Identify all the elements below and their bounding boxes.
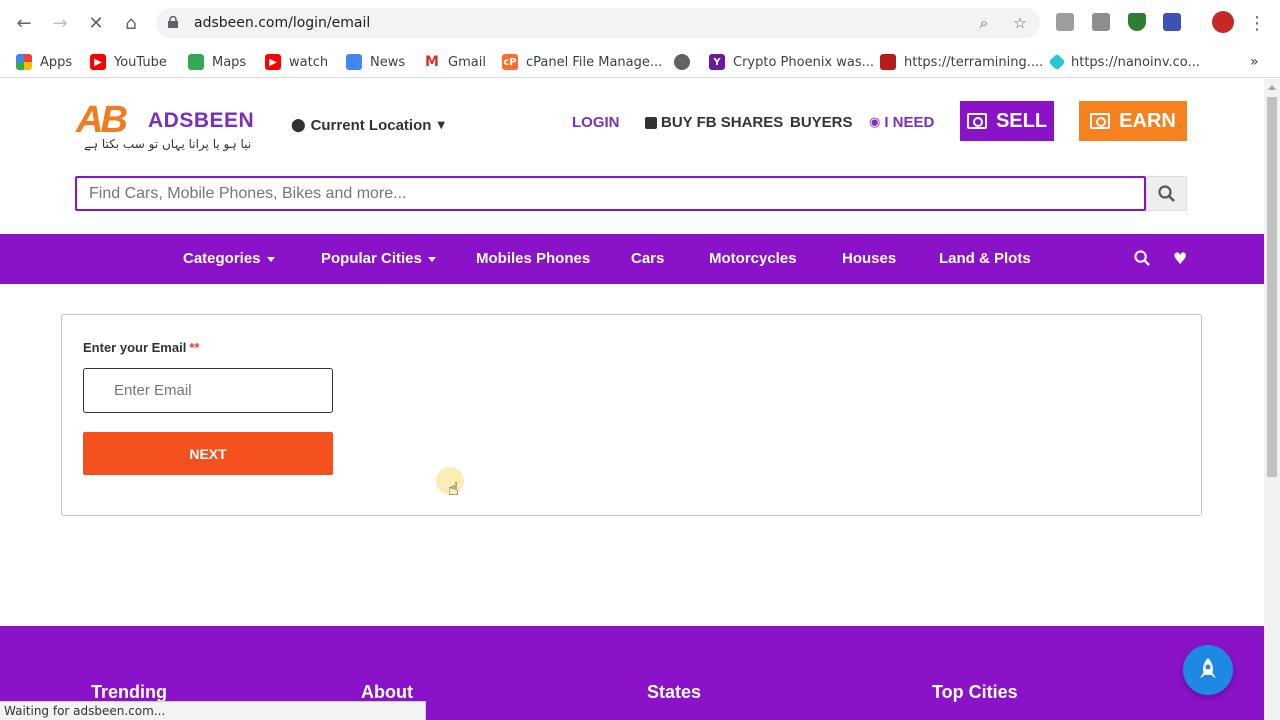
page: AB ADSBEEN نیا ہو یا پرانا یہاں تو سب بک…: [0, 79, 1264, 720]
gmail-icon: M: [424, 54, 440, 70]
youtube-icon: ▶: [90, 54, 106, 70]
footer-heading-states: States: [647, 682, 702, 702]
youtube-icon: ▶: [265, 54, 281, 70]
location-label: Current Location: [310, 117, 432, 134]
logo-name: ADSBEEN: [148, 109, 255, 132]
news-icon: [346, 54, 362, 70]
address-bar[interactable]: adsbeen.com/login/email ⌕ ☆: [156, 8, 1040, 38]
search-button[interactable]: [1146, 176, 1187, 211]
search-box: [75, 176, 1146, 211]
eye-icon: ◉: [869, 115, 881, 130]
bookmark-watch[interactable]: ▶ watch: [265, 52, 328, 72]
email-input[interactable]: [114, 369, 324, 412]
bookmark-cpanel[interactable]: cP cPanel File Manage...: [502, 52, 662, 72]
nav-i-need[interactable]: ◉ I NEED: [869, 114, 934, 131]
footer-heading-top-cities: Top Cities: [932, 682, 1018, 702]
footer-heading-trending: Trending: [91, 682, 167, 702]
main-menu: Categories Popular Cities Mobiles Phones…: [0, 234, 1264, 284]
home-icon[interactable]: ⌂: [119, 11, 143, 35]
earn-button[interactable]: EARN: [1079, 101, 1187, 141]
search-input[interactable]: [89, 178, 1129, 209]
address-url: adsbeen.com/login/email: [194, 15, 371, 31]
scroll-top-button[interactable]: [1183, 645, 1233, 695]
site-logo[interactable]: AB ADSBEEN نیا ہو یا پرانا یہاں تو سب بک…: [76, 99, 254, 157]
nav-buyers[interactable]: BUYERS: [790, 114, 853, 131]
logo-tagline: نیا ہو یا پرانا یہاں تو سب بکتا ہے: [84, 137, 252, 151]
required-marker: **: [189, 340, 200, 355]
bookmark-maps[interactable]: Maps: [188, 52, 246, 72]
caret-down-icon: [266, 256, 275, 262]
facebook-icon: [645, 116, 657, 129]
bookmark-youtube[interactable]: ▶ YouTube: [90, 52, 167, 72]
maps-icon: [188, 54, 204, 70]
camera-extension-icon[interactable]: [1056, 13, 1074, 31]
lock-icon: [168, 16, 178, 28]
email-login-card: Enter your Email** NEXT: [61, 314, 1202, 516]
menu-cars[interactable]: Cars: [631, 250, 664, 267]
bookmark-terramining[interactable]: https://terramining....: [880, 52, 1043, 72]
money-icon: [1090, 113, 1111, 129]
email-label: Enter your Email **: [83, 340, 200, 355]
search-icon: [1158, 185, 1175, 202]
menu-motorcycles[interactable]: Motorcycles: [709, 250, 797, 267]
shield-extension-icon[interactable]: [1128, 13, 1146, 31]
menu-land-plots[interactable]: Land & Plots: [939, 250, 1031, 267]
menu-popular-cities[interactable]: Popular Cities: [321, 250, 436, 267]
sell-button[interactable]: SELL: [960, 101, 1054, 141]
bookmark-apps[interactable]: Apps: [16, 52, 72, 72]
zoom-icon[interactable]: ⌕: [974, 13, 994, 33]
status-bar: Waiting for adsbeen.com...: [0, 701, 426, 720]
cpanel-icon: cP: [502, 54, 518, 70]
next-button[interactable]: NEXT: [83, 432, 333, 475]
terramining-icon: [880, 54, 896, 70]
nav-login[interactable]: LOGIN: [572, 114, 620, 131]
bookmark-news[interactable]: News: [346, 52, 405, 72]
menu-mobiles-phones[interactable]: Mobiles Phones: [476, 250, 590, 267]
globe-icon: [674, 54, 690, 70]
bookmarks-overflow-icon[interactable]: »: [1250, 52, 1259, 72]
location-selector[interactable]: ⬤ Current Location ▼: [291, 117, 445, 134]
page-scrollbar[interactable]: [1264, 79, 1280, 720]
browser-toolbar: ← → ✕ ⌂ adsbeen.com/login/email ⌕ ☆ ⋮: [0, 0, 1280, 46]
bookmark-crypto-phoenix[interactable]: Y Crypto Phoenix was...: [709, 52, 874, 72]
camera-icon: [966, 113, 987, 129]
menu-search-icon[interactable]: [1134, 250, 1150, 270]
back-icon[interactable]: ←: [12, 11, 36, 35]
scroll-up-icon[interactable]: [1268, 85, 1276, 90]
bookmark-gmail[interactable]: M Gmail: [424, 52, 486, 72]
chevron-down-icon: ▼: [437, 120, 446, 131]
nanoinv-icon: [1048, 53, 1066, 71]
forward-icon[interactable]: →: [48, 11, 72, 35]
rocket-icon: [1200, 658, 1216, 678]
fb-extension-icon[interactable]: [1092, 13, 1110, 31]
stop-icon[interactable]: ✕: [84, 11, 108, 35]
bookmarks-bar: Apps ▶ YouTube Maps ▶ watch News M Gmail…: [0, 46, 1280, 78]
nav-buy-fb-shares[interactable]: BUY FB SHARES: [645, 114, 783, 131]
scrollbar-thumb[interactable]: [1267, 97, 1277, 477]
menu-categories[interactable]: Categories: [183, 250, 275, 267]
menu-houses[interactable]: Houses: [842, 250, 896, 267]
phoenix-icon: Y: [709, 54, 725, 70]
profile-avatar[interactable]: [1212, 11, 1234, 33]
logo-mark: AB: [76, 99, 128, 141]
footer-heading-about: About: [361, 682, 413, 702]
email-field: [83, 368, 333, 413]
extension-icon[interactable]: [1163, 13, 1181, 31]
bookmark-nanoinv[interactable]: https://nanoinv.co...: [1048, 52, 1200, 72]
apps-grid-icon: [16, 54, 32, 70]
heart-icon[interactable]: ♥: [1173, 249, 1187, 268]
menu-icon[interactable]: ⋮: [1245, 11, 1269, 35]
caret-down-icon: [427, 256, 436, 262]
map-pin-icon: ⬤: [291, 118, 306, 133]
hand-cursor-icon: ☝: [448, 479, 459, 500]
bookmark-globe[interactable]: [674, 52, 698, 72]
star-icon[interactable]: ☆: [1010, 13, 1030, 33]
